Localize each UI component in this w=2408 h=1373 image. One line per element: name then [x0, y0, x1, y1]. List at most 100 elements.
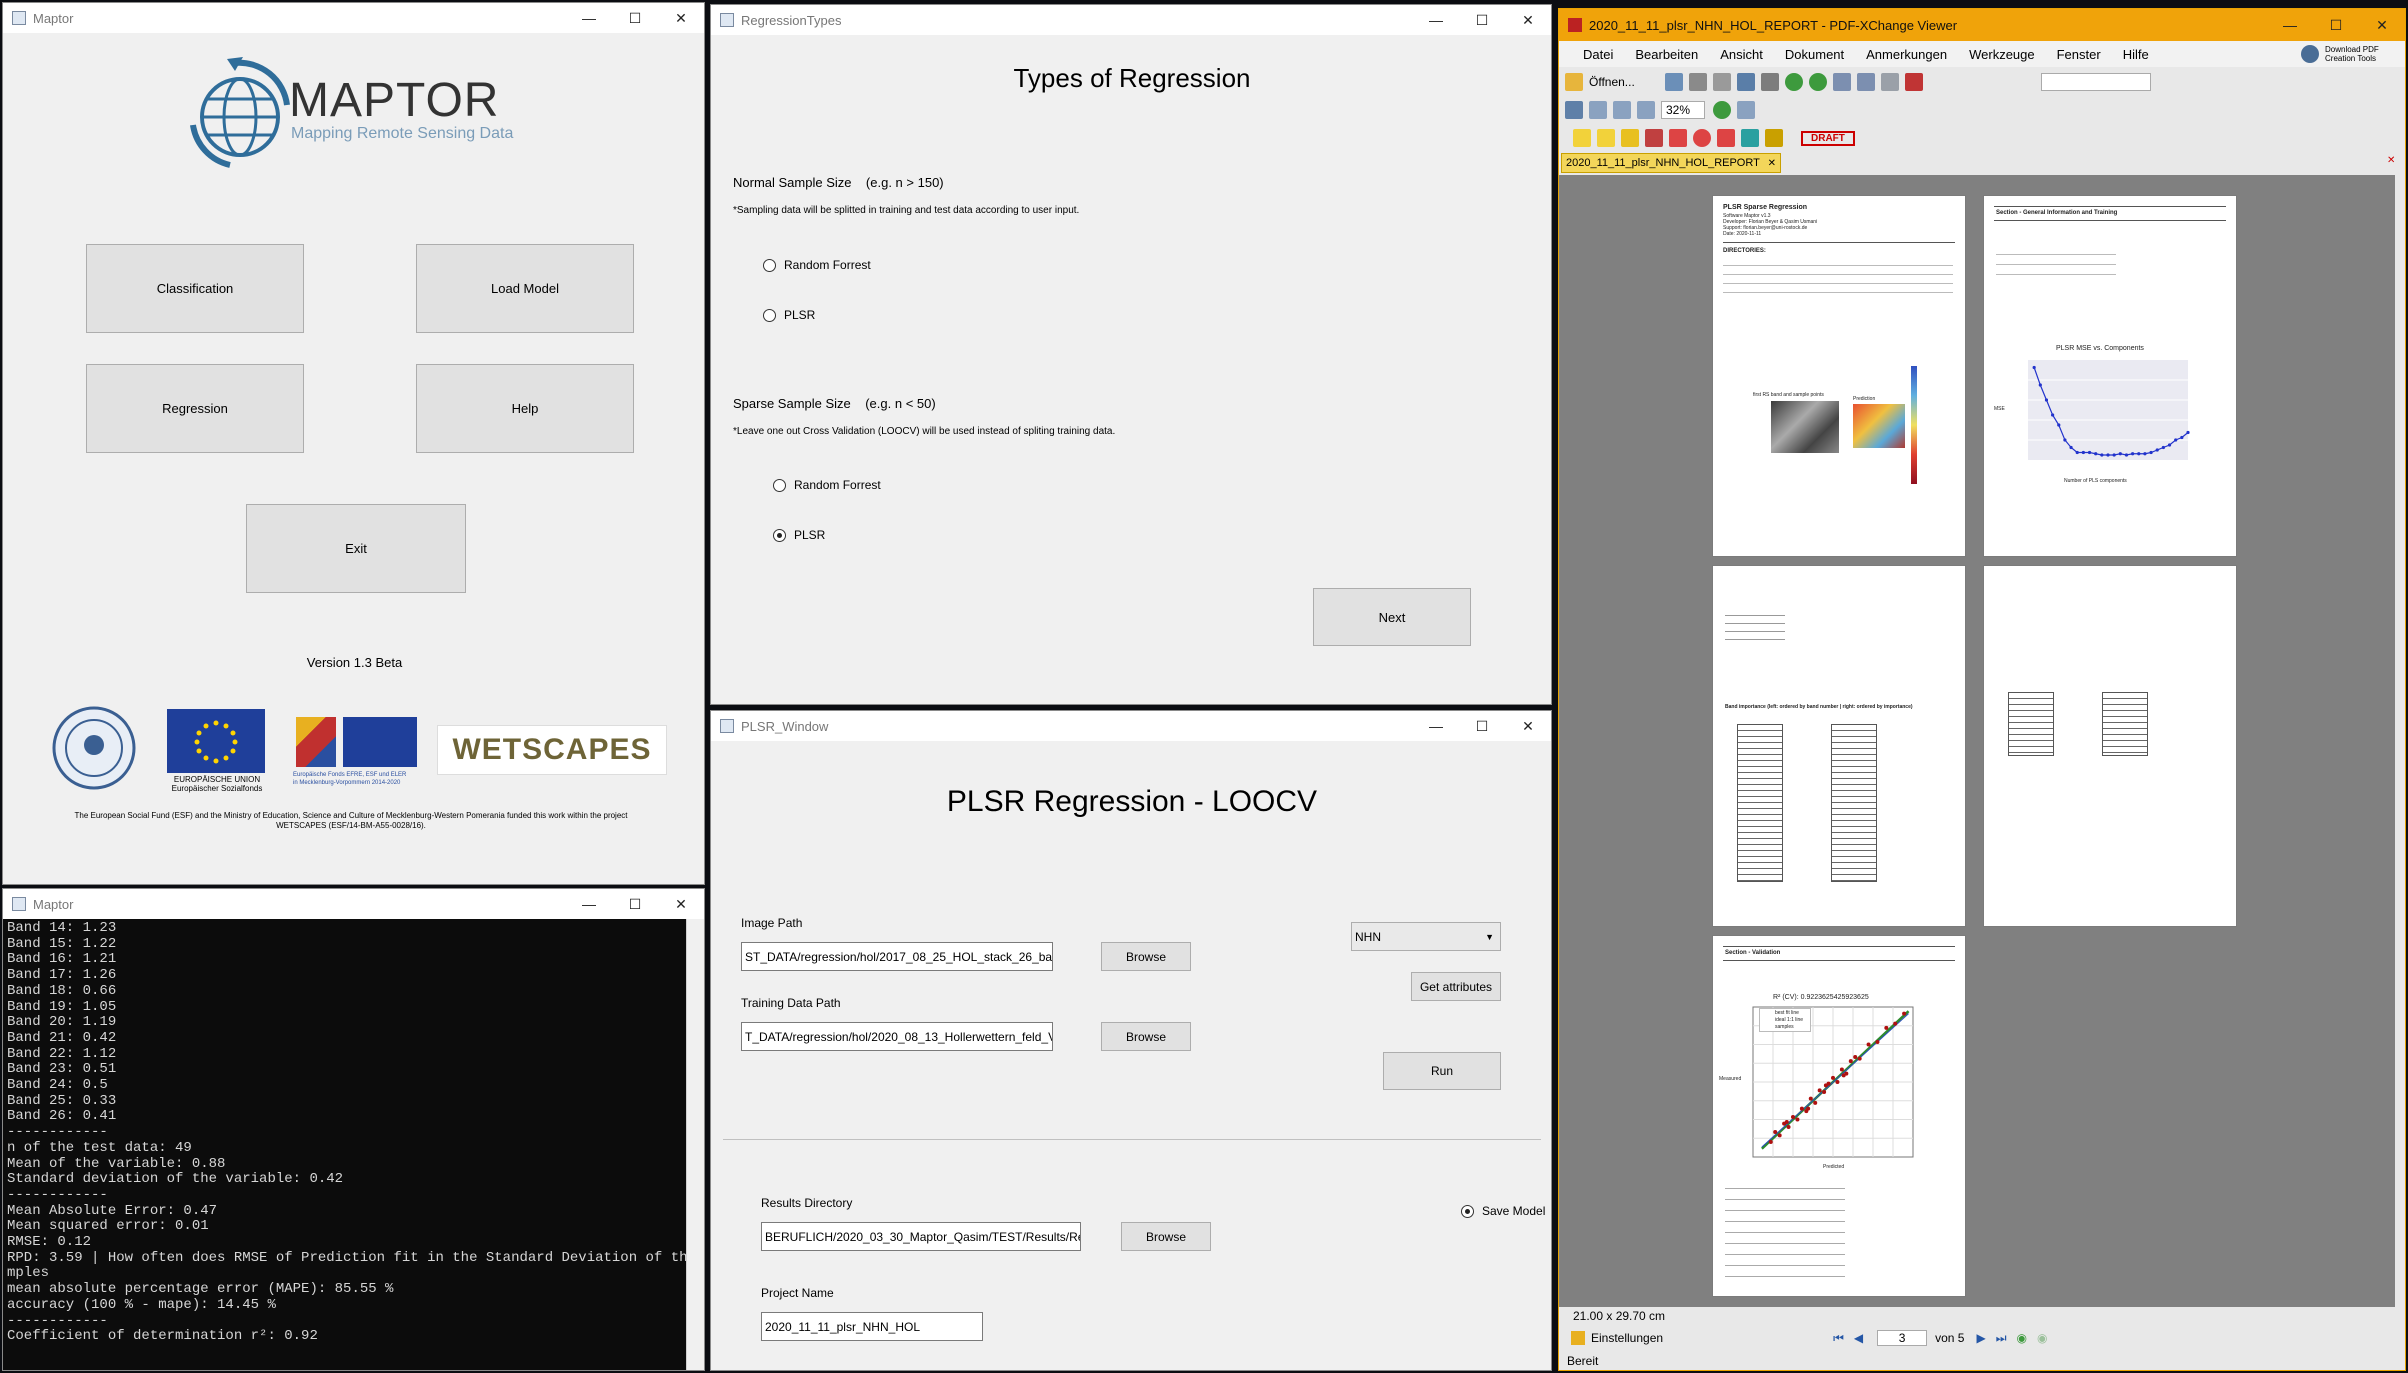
menu-ansicht[interactable]: Ansicht — [1720, 47, 1763, 62]
undo-icon[interactable] — [1832, 73, 1851, 91]
properties-icon[interactable] — [1736, 73, 1755, 91]
close-icon[interactable]: ✕ — [1505, 5, 1551, 35]
menu-werkzeuge[interactable]: Werkzeuge — [1969, 47, 2035, 62]
ellipse-icon[interactable] — [1693, 129, 1711, 147]
radio-random-forrest-sparse[interactable]: Random Forrest — [773, 478, 881, 492]
help-button[interactable]: Help — [416, 364, 634, 453]
minimize-icon[interactable]: — — [566, 3, 612, 33]
search-input[interactable] — [2041, 73, 2151, 91]
menu-bearbeiten[interactable]: Bearbeiten — [1635, 47, 1698, 62]
training-browse-button[interactable]: Browse — [1101, 1022, 1191, 1051]
image-browse-button[interactable]: Browse — [1101, 942, 1191, 971]
spellcheck-icon[interactable] — [1904, 73, 1923, 91]
vertical-scrollbar[interactable] — [686, 919, 704, 1370]
highlight-icon[interactable] — [1621, 129, 1639, 147]
textbox-icon[interactable] — [1597, 129, 1615, 147]
settings-icon[interactable] — [1880, 73, 1899, 91]
next-button[interactable]: Next — [1313, 588, 1471, 646]
prev-page-icon[interactable]: ◀ — [1854, 1331, 1863, 1345]
last-page-icon[interactable]: ⏭ — [1996, 1331, 2007, 1346]
ocr-icon[interactable] — [1760, 73, 1779, 91]
rectangle-icon[interactable] — [1669, 129, 1687, 147]
radio-plsr-sparse[interactable]: PLSR — [773, 528, 825, 542]
zoom-level[interactable]: 32% — [1661, 101, 1706, 119]
page-number-input[interactable]: 3 — [1877, 1330, 1928, 1346]
zoom-in-icon[interactable] — [1713, 101, 1732, 119]
next-page-icon[interactable]: ▶ — [1976, 1331, 1985, 1345]
open-label[interactable]: Öffnen... — [1589, 75, 1635, 89]
menu-datei[interactable]: Datei — [1583, 47, 1613, 62]
console-line: Band 15: 1.22 — [7, 935, 117, 952]
classification-button[interactable]: Classification — [86, 244, 304, 333]
fit-page-icon[interactable] — [1589, 101, 1607, 119]
results-browse-button[interactable]: Browse — [1121, 1222, 1211, 1251]
print-icon[interactable] — [1688, 73, 1707, 91]
zoom-tool-icon[interactable] — [1565, 101, 1583, 119]
chevron-down-icon: ▼ — [1485, 931, 1494, 942]
menu-anmerkungen[interactable]: Anmerkungen — [1866, 47, 1947, 62]
save-icon[interactable] — [1664, 73, 1683, 91]
image-path-label: Image Path — [741, 916, 803, 930]
maximize-icon[interactable]: ☐ — [1459, 711, 1505, 741]
download-tools-button[interactable]: Download PDF Creation Tools — [2301, 41, 2405, 67]
save-model-radio[interactable]: Save Model — [1461, 1204, 1545, 1218]
maximize-icon[interactable]: ☐ — [2313, 10, 2359, 40]
pencil-icon[interactable] — [1741, 129, 1759, 147]
minimize-icon[interactable]: — — [566, 889, 612, 919]
document-tab[interactable]: 2020_11_11_plsr_NHN_HOL_REPORT ✕ — [1561, 153, 1781, 173]
maximize-icon[interactable]: ☐ — [1459, 5, 1505, 35]
close-icon[interactable]: ✕ — [1505, 711, 1551, 741]
close-icon[interactable]: ✕ — [2359, 10, 2405, 40]
maximize-icon[interactable]: ☐ — [612, 889, 658, 919]
maximize-icon[interactable]: ☐ — [612, 3, 658, 33]
load-model-button[interactable]: Load Model — [416, 244, 634, 333]
image-path-input[interactable]: ST_DATA/regression/hol/2017_08_25_HOL_st… — [741, 942, 1053, 971]
draft-stamp[interactable]: DRAFT — [1801, 130, 1855, 146]
forward-icon[interactable] — [1808, 73, 1827, 91]
minimize-icon[interactable]: — — [1413, 711, 1459, 741]
console-window: Maptor — ☐ ✕ Band 14: 1.23 Band 15: 1.22 B… — [2, 888, 705, 1371]
zoom-out-icon[interactable] — [1737, 101, 1756, 119]
regression-button[interactable]: Regression — [86, 364, 304, 453]
exit-button[interactable]: Exit — [246, 504, 466, 593]
radio-plsr-normal[interactable]: PLSR — [763, 308, 815, 322]
results-directory-input[interactable]: BERUFLICH/2020_03_30_Maptor_Qasim/TEST/R… — [761, 1222, 1081, 1251]
radio-random-forrest-normal[interactable]: Random Forrest — [763, 258, 871, 272]
polygon-icon[interactable] — [1717, 129, 1735, 147]
line-icon[interactable] — [1645, 129, 1663, 147]
fit-width-icon[interactable] — [1613, 101, 1631, 119]
menu-hilfe[interactable]: Hilfe — [2123, 47, 2149, 62]
actual-size-icon[interactable] — [1637, 101, 1655, 119]
close-icon[interactable]: ✕ — [658, 3, 704, 33]
nav-forward-icon[interactable]: ◉ — [2037, 1331, 2047, 1345]
comment-icon[interactable] — [1573, 129, 1591, 147]
p5-legend-1: ideal 1:1 line — [1775, 1017, 1804, 1023]
menu-fenster[interactable]: Fenster — [2057, 47, 2101, 62]
document-area[interactable]: PLSR Sparse Regression Software Maptor v… — [1559, 175, 2395, 1307]
project-name-input[interactable]: 2020_11_11_plsr_NHN_HOL — [761, 1312, 983, 1341]
console-line: Standard deviation of the variable: 0.42 — [7, 1171, 344, 1188]
nav-back-icon[interactable]: ◉ — [2017, 1331, 2027, 1345]
console-line: Mean squared error: 0.01 — [7, 1218, 209, 1235]
back-icon[interactable] — [1784, 73, 1803, 91]
training-path-input[interactable]: T_DATA/regression/hol/2020_08_13_Hollerw… — [741, 1022, 1053, 1051]
eraser-icon[interactable] — [1765, 129, 1783, 147]
console-output[interactable]: Band 14: 1.23 Band 15: 1.22 Band 16: 1.21 B… — [3, 919, 686, 1370]
settings-icon[interactable] — [1571, 1331, 1585, 1345]
get-attributes-button[interactable]: Get attributes — [1411, 972, 1501, 1001]
minimize-icon[interactable]: — — [2267, 10, 2313, 40]
settings-label[interactable]: Einstellungen — [1591, 1331, 1663, 1345]
first-page-icon[interactable]: ⏮ — [1833, 1331, 1844, 1346]
close-icon[interactable]: ✕ — [658, 889, 704, 919]
close-document-icon[interactable]: ✕ — [2387, 155, 2395, 166]
menu-dokument[interactable]: Dokument — [1785, 47, 1844, 62]
attribute-dropdown[interactable]: NHN ▼ — [1351, 922, 1501, 951]
data-point — [1799, 1106, 1804, 1111]
open-icon[interactable] — [1565, 73, 1583, 91]
minimize-icon[interactable]: — — [1413, 5, 1459, 35]
tab-close-icon[interactable]: ✕ — [1768, 158, 1776, 169]
console-line: Band 19: 1.05 — [7, 998, 117, 1015]
redo-icon[interactable] — [1856, 73, 1875, 91]
scan-icon[interactable] — [1712, 73, 1731, 91]
run-button[interactable]: Run — [1383, 1052, 1501, 1090]
